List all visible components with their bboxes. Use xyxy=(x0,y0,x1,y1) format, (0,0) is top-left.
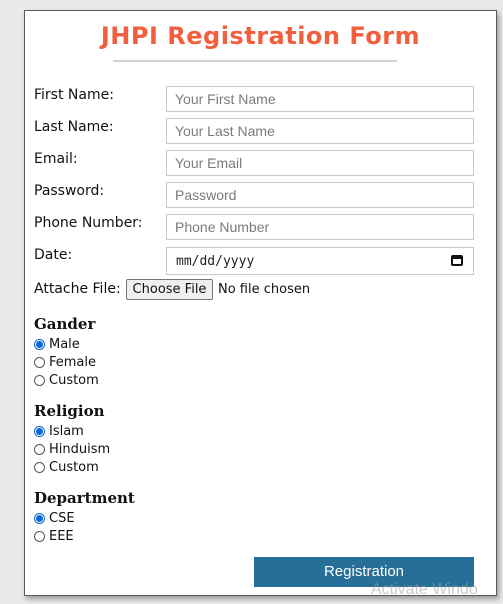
radio-department-cse[interactable]: CSE xyxy=(34,510,75,527)
gender-heading: Gander xyxy=(34,315,96,333)
phone-label: Phone Number: xyxy=(34,215,143,231)
radio-label: EEE xyxy=(49,529,74,544)
file-label: Attache File: xyxy=(34,281,121,297)
radio-button[interactable] xyxy=(34,375,45,386)
date-input[interactable]: mm/dd/yyyy xyxy=(166,247,474,275)
radio-label: CSE xyxy=(49,511,75,526)
date-value: mm/dd/yyyy xyxy=(176,254,255,269)
radio-label: Female xyxy=(49,355,97,370)
radio-religion-custom[interactable]: Custom xyxy=(34,459,99,476)
radio-label: Custom xyxy=(49,373,99,388)
radio-button[interactable] xyxy=(34,357,45,368)
password-input[interactable] xyxy=(166,182,474,208)
date-label: Date: xyxy=(34,247,73,263)
radio-button[interactable] xyxy=(34,444,45,455)
choose-file-button[interactable]: Choose File xyxy=(126,279,213,300)
registration-form-card: JHPI Registration Form First Name: Last … xyxy=(24,10,497,596)
last-name-label: Last Name: xyxy=(34,119,114,135)
radio-religion-islam[interactable]: Islam xyxy=(34,423,84,440)
department-heading: Department xyxy=(34,489,135,507)
last-name-input[interactable] xyxy=(166,118,474,144)
first-name-input[interactable] xyxy=(166,86,474,112)
radio-department-eee[interactable]: EEE xyxy=(34,528,74,545)
radio-gender-custom[interactable]: Custom xyxy=(34,372,99,389)
email-input[interactable] xyxy=(166,150,474,176)
radio-button[interactable] xyxy=(34,462,45,473)
radio-label: Hinduism xyxy=(49,442,111,457)
radio-religion-hinduism[interactable]: Hinduism xyxy=(34,441,110,458)
radio-label: Islam xyxy=(49,424,84,439)
radio-gender-female[interactable]: Female xyxy=(34,354,96,371)
radio-button[interactable] xyxy=(34,531,45,542)
form-title: JHPI Registration Form xyxy=(100,22,421,50)
religion-heading: Religion xyxy=(34,402,105,420)
radio-button[interactable] xyxy=(34,513,45,524)
email-label: Email: xyxy=(34,151,78,167)
activate-windows-watermark: Activate Windo xyxy=(371,581,478,598)
radio-button[interactable] xyxy=(34,426,45,437)
phone-input[interactable] xyxy=(166,214,474,240)
title-divider xyxy=(113,60,397,62)
file-status: No file chosen xyxy=(218,282,311,297)
radio-button[interactable] xyxy=(34,339,45,350)
first-name-label: First Name: xyxy=(34,87,114,103)
radio-label: Custom xyxy=(49,460,99,475)
radio-gender-male[interactable]: Male xyxy=(34,336,80,353)
calendar-icon[interactable] xyxy=(451,255,463,266)
radio-label: Male xyxy=(49,337,80,352)
password-label: Password: xyxy=(34,183,105,199)
